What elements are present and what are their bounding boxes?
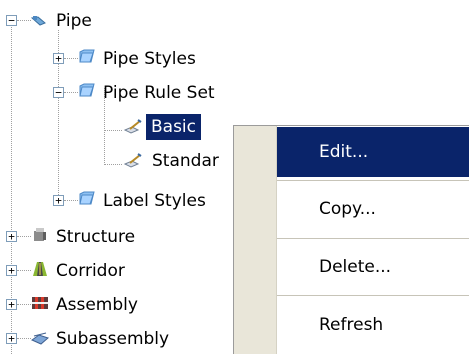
menu-item-copy-label: Copy... xyxy=(319,199,376,219)
tree-label-label-styles: Label Styles xyxy=(103,191,206,211)
tree-connector xyxy=(17,304,31,306)
tree-label-corridor: Corridor xyxy=(56,261,125,281)
tree-label-subassembly: Subassembly xyxy=(56,329,170,349)
tree-connector xyxy=(17,270,31,272)
folder-icon xyxy=(79,49,95,63)
tree-connector xyxy=(17,236,31,238)
menu-separator xyxy=(277,238,469,239)
menu-item-delete-label: Delete... xyxy=(319,257,392,277)
pipe-icon xyxy=(30,16,46,26)
expand-icon[interactable]: + xyxy=(6,333,17,344)
tree-connector xyxy=(17,338,31,340)
collapse-icon[interactable]: − xyxy=(6,15,17,26)
menu-separator xyxy=(277,180,469,181)
menu-item-refresh-label: Refresh xyxy=(319,315,384,335)
menu-item-refresh[interactable]: Refresh xyxy=(277,300,469,350)
expand-icon[interactable]: + xyxy=(53,195,64,206)
collapse-icon[interactable]: − xyxy=(53,87,64,98)
expand-icon[interactable]: + xyxy=(6,265,17,276)
menu-item-copy[interactable]: Copy... xyxy=(277,184,469,234)
folder-icon xyxy=(79,83,95,97)
expand-icon[interactable]: + xyxy=(6,231,17,242)
subassembly-icon xyxy=(31,332,49,345)
tree-connector xyxy=(104,130,122,132)
folder-icon xyxy=(79,191,95,205)
tree-connector xyxy=(64,92,78,94)
tree-label-assembly: Assembly xyxy=(56,295,138,315)
menu-item-edit-label: Edit... xyxy=(319,142,369,162)
tree-connector xyxy=(104,164,122,166)
tree-connector xyxy=(64,200,78,202)
tree-connector xyxy=(17,20,31,22)
expand-icon[interactable]: + xyxy=(53,53,64,64)
menu-item-delete[interactable]: Delete... xyxy=(277,242,469,292)
tree-label-standard: Standar xyxy=(152,151,219,171)
assembly-icon xyxy=(32,297,48,309)
rule-icon xyxy=(123,119,142,134)
menu-item-edit[interactable]: Edit... xyxy=(277,127,469,177)
tree-label-pipe-rule-set: Pipe Rule Set xyxy=(103,83,215,103)
context-menu[interactable]: Edit... Copy... Delete... Refresh xyxy=(233,125,469,354)
corridor-icon xyxy=(33,262,47,276)
structure-icon xyxy=(34,228,46,241)
expand-icon[interactable]: + xyxy=(6,299,17,310)
tree-label-pipe-styles: Pipe Styles xyxy=(103,49,196,69)
tree-label-pipe: Pipe xyxy=(56,11,92,31)
menu-separator xyxy=(277,295,469,296)
tree-connector xyxy=(64,58,78,60)
context-menu-icon-gutter xyxy=(234,126,277,354)
rule-icon xyxy=(123,153,142,168)
tree-label-structure: Structure xyxy=(56,227,136,247)
tree-label-basic: Basic xyxy=(146,114,202,140)
